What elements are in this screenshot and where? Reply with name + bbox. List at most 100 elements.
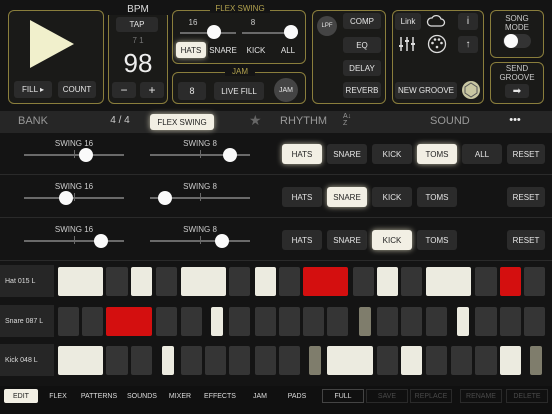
swing-row-hats-button[interactable]: HATS bbox=[282, 230, 322, 250]
tab-flex[interactable]: FLEX bbox=[40, 389, 76, 403]
save-button[interactable]: SAVE bbox=[366, 389, 408, 403]
sequencer-step[interactable] bbox=[401, 346, 423, 375]
info-button[interactable]: i bbox=[458, 13, 478, 30]
swing-row-kick-button[interactable]: KICK bbox=[372, 144, 412, 164]
swing-row-snare-button[interactable]: SNARE bbox=[327, 230, 367, 250]
tab-mixer[interactable]: MIXER bbox=[164, 389, 196, 403]
swing-row-all-button[interactable]: ALL bbox=[462, 144, 502, 164]
track-name[interactable]: Kick 048 L bbox=[0, 344, 54, 376]
swing-right-knob[interactable] bbox=[223, 148, 237, 162]
nav-signature[interactable]: 4 / 4 bbox=[100, 115, 140, 126]
track-name[interactable]: Snare 087 L bbox=[0, 305, 54, 337]
swing-left-knob[interactable] bbox=[79, 148, 93, 162]
replace-button[interactable]: REPLACE bbox=[410, 389, 452, 403]
play-icon[interactable] bbox=[26, 18, 78, 70]
swing-left-knob[interactable] bbox=[94, 234, 108, 248]
sequencer-step[interactable] bbox=[499, 346, 521, 375]
sequencer-step[interactable] bbox=[106, 307, 152, 336]
nav-flex-swing-tab[interactable]: FLEX SWING bbox=[150, 114, 214, 130]
sequencer-step[interactable] bbox=[499, 307, 521, 336]
sequencer-step[interactable] bbox=[278, 307, 300, 336]
sequencer-step[interactable] bbox=[352, 267, 375, 296]
sort-az-icon[interactable]: A↓ Z bbox=[343, 113, 351, 127]
sequencer-step[interactable] bbox=[457, 307, 470, 336]
sequencer-step[interactable] bbox=[254, 346, 276, 375]
sequencer-step[interactable] bbox=[58, 267, 104, 296]
sequencer-step[interactable] bbox=[475, 346, 497, 375]
swing-right-knob[interactable] bbox=[158, 191, 172, 205]
sequencer-step[interactable] bbox=[254, 307, 276, 336]
nav-sound[interactable]: SOUND bbox=[430, 115, 480, 127]
sequencer-step[interactable] bbox=[58, 346, 104, 375]
delay-button[interactable]: DELAY bbox=[343, 60, 381, 76]
track-name[interactable]: Hat 015 L bbox=[0, 265, 54, 297]
dice-icon[interactable] bbox=[461, 80, 481, 100]
flex-swing-kick-button[interactable]: KICK bbox=[242, 42, 270, 58]
mixer-sliders-icon[interactable] bbox=[398, 36, 416, 52]
sequencer-step[interactable] bbox=[327, 307, 349, 336]
sequencer-step[interactable] bbox=[58, 307, 80, 336]
sequencer-step[interactable] bbox=[523, 307, 545, 336]
sequencer-step[interactable] bbox=[228, 267, 251, 296]
cloud-icon[interactable] bbox=[426, 14, 446, 28]
sequencer-step[interactable] bbox=[475, 307, 497, 336]
lpf-button[interactable]: LPF bbox=[317, 16, 337, 36]
tab-effects[interactable]: EFFECTS bbox=[200, 389, 240, 403]
sequencer-step[interactable] bbox=[82, 307, 104, 336]
swing-row-snare-button[interactable]: SNARE bbox=[327, 187, 367, 207]
star-icon[interactable]: ★ bbox=[249, 112, 262, 129]
sequencer-step[interactable] bbox=[278, 346, 300, 375]
sequencer-step[interactable] bbox=[377, 267, 399, 296]
sequencer-step[interactable] bbox=[358, 307, 371, 336]
sequencer-step[interactable] bbox=[499, 267, 521, 296]
bpm-plus-button[interactable]: + bbox=[140, 82, 164, 98]
tab-patterns[interactable]: PATTERNS bbox=[78, 389, 120, 403]
sequencer-step[interactable] bbox=[162, 346, 175, 375]
sequencer-step[interactable] bbox=[106, 267, 128, 296]
full-button[interactable]: FULL bbox=[322, 389, 364, 403]
more-icon[interactable]: ••• bbox=[500, 114, 530, 126]
swing-row-kick-button[interactable]: KICK bbox=[372, 187, 412, 207]
sequencer-step[interactable] bbox=[377, 307, 399, 336]
tab-jam[interactable]: JAM bbox=[244, 389, 276, 403]
sequencer-step[interactable] bbox=[130, 346, 152, 375]
sequencer-step[interactable] bbox=[254, 267, 276, 296]
new-groove-button[interactable]: NEW GROOVE bbox=[395, 82, 457, 99]
sequencer-step[interactable] bbox=[180, 346, 202, 375]
swing-row-toms-button[interactable]: TOMS bbox=[417, 230, 457, 250]
fill-button[interactable]: FILL ▸ bbox=[14, 81, 52, 98]
swing-left-knob[interactable] bbox=[59, 191, 73, 205]
sequencer-step[interactable] bbox=[529, 346, 542, 375]
sequencer-step[interactable] bbox=[228, 307, 251, 336]
swing-row-reset-button[interactable]: RESET bbox=[507, 144, 545, 164]
sequencer-step[interactable] bbox=[130, 267, 152, 296]
swing-row-toms-button[interactable]: TOMS bbox=[417, 144, 457, 164]
jam-button[interactable]: JAM bbox=[274, 78, 298, 102]
sequencer-step[interactable] bbox=[228, 346, 251, 375]
sequencer-step[interactable] bbox=[425, 346, 447, 375]
flex-swing-hats-button[interactable]: HATS bbox=[176, 42, 206, 58]
tab-pads[interactable]: PADS bbox=[280, 389, 314, 403]
count-button[interactable]: COUNT bbox=[58, 81, 96, 98]
tap-button[interactable]: TAP bbox=[116, 17, 158, 32]
swing-row-reset-button[interactable]: RESET bbox=[507, 230, 545, 250]
midi-icon[interactable] bbox=[427, 34, 447, 54]
comp-button[interactable]: COMP bbox=[343, 13, 381, 29]
send-groove-button[interactable]: ➡ bbox=[505, 84, 529, 98]
sequencer-step[interactable] bbox=[156, 267, 178, 296]
eq-button[interactable]: EQ bbox=[343, 37, 381, 53]
bpm-value[interactable]: 98 bbox=[108, 48, 168, 79]
sequencer-step[interactable] bbox=[425, 267, 471, 296]
rename-button[interactable]: RENAME bbox=[460, 389, 502, 403]
swing-row-hats-button[interactable]: HATS bbox=[282, 187, 322, 207]
flex-swing-all-button[interactable]: ALL bbox=[274, 42, 302, 58]
bpm-minus-button[interactable]: − bbox=[112, 82, 136, 98]
sequencer-step[interactable] bbox=[377, 346, 399, 375]
link-button[interactable]: Link bbox=[395, 13, 421, 30]
nav-bank[interactable]: BANK bbox=[18, 115, 78, 127]
sequencer-step[interactable] bbox=[303, 267, 349, 296]
sequencer-step[interactable] bbox=[180, 307, 202, 336]
sequencer-step[interactable] bbox=[327, 346, 373, 375]
upload-button[interactable]: ↑ bbox=[458, 36, 478, 53]
sequencer-step[interactable] bbox=[425, 307, 447, 336]
